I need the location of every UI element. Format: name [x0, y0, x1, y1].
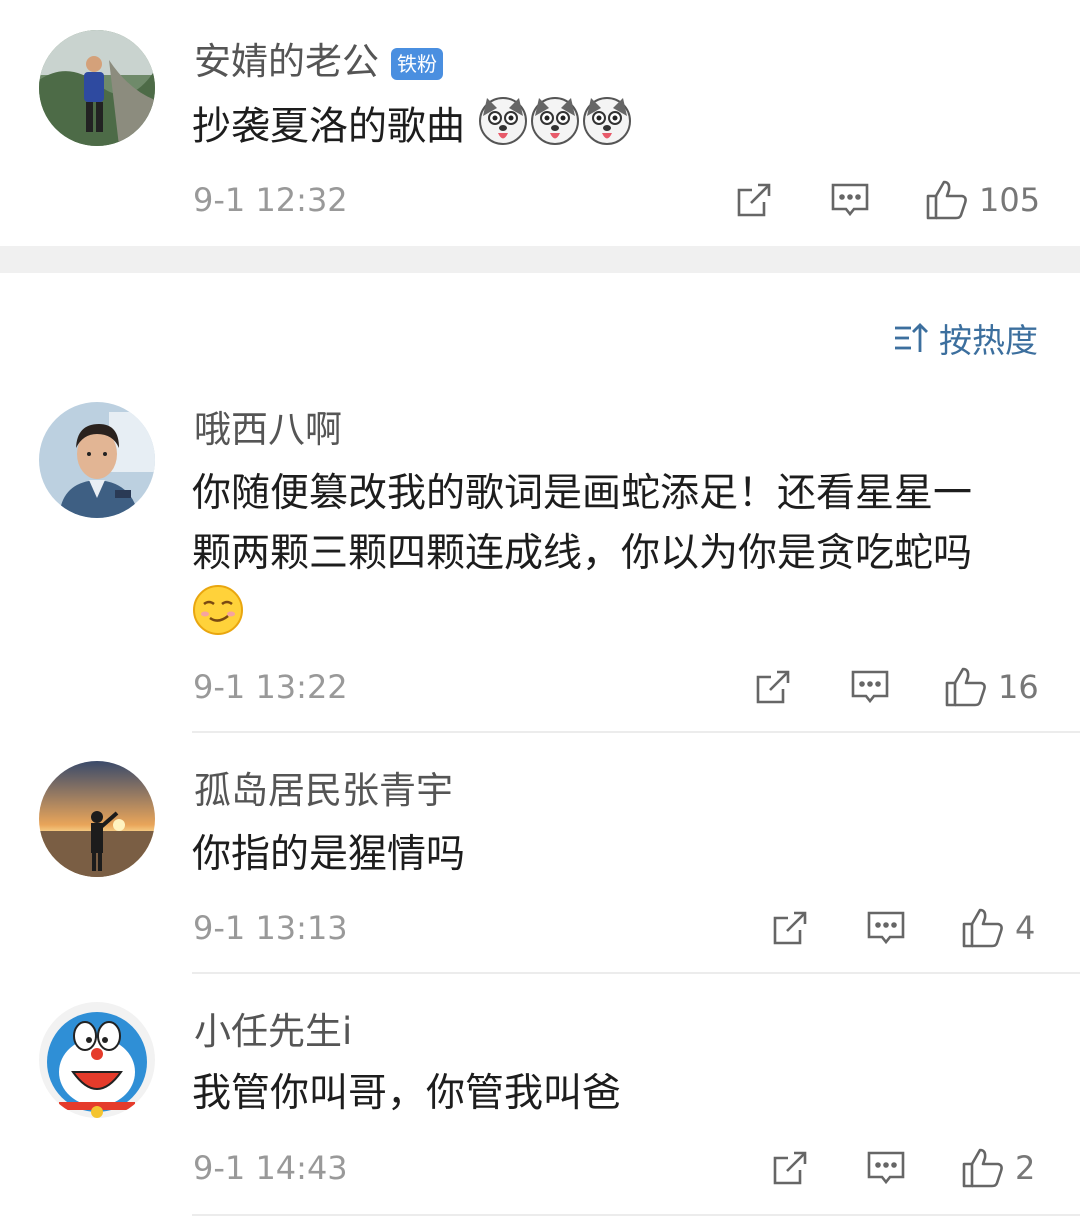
thumbs-up-icon	[926, 180, 967, 220]
thumbs-up-icon	[945, 667, 986, 707]
like-button[interactable]: 4	[961, 906, 1035, 950]
like-count: 105	[979, 181, 1041, 219]
sort-icon	[895, 323, 928, 352]
comment-body: 抄袭夏洛的歌曲	[192, 104, 466, 150]
comment-icon	[867, 1151, 905, 1185]
repost-button[interactable]	[770, 1146, 810, 1190]
like-button[interactable]: 2	[961, 1146, 1035, 1190]
comment-text: 你指的是猩情吗	[192, 832, 466, 877]
thumbs-up-icon	[962, 908, 1003, 948]
like-count: 16	[998, 668, 1039, 706]
avatar[interactable]	[39, 1002, 155, 1118]
comment-button[interactable]	[866, 906, 906, 950]
avatar[interactable]	[39, 761, 155, 877]
like-button[interactable]: 105	[925, 178, 1040, 222]
share-icon	[737, 183, 771, 217]
husky-dog-emoji	[529, 94, 581, 164]
husky-dog-emoji	[581, 94, 633, 164]
comment-text: 抄袭夏洛的歌曲	[192, 94, 1052, 164]
comment-time: 9-1 13:22	[193, 668, 348, 706]
share-icon	[773, 911, 807, 945]
username[interactable]: 安婧的老公 铁粉	[194, 40, 443, 84]
comment-time: 9-1 14:43	[193, 1149, 348, 1187]
like-count: 4	[1015, 909, 1036, 947]
username[interactable]: 孤岛居民张青宇	[194, 769, 453, 813]
comment-item: 孤岛居民张青宇 你指的是猩情吗 9-1 13:13 4	[0, 733, 1080, 974]
comment-time: 9-1 12:32	[193, 181, 348, 219]
sort-label: 按热度	[939, 321, 1038, 360]
section-separator	[0, 246, 1080, 273]
comment-text: 我管你叫哥，你管我叫爸	[192, 1071, 622, 1116]
comment-text-line: 颗两颗三颗四颗连成线，你以为你是贪吃蛇吗	[192, 531, 973, 576]
share-icon	[773, 1151, 807, 1185]
like-count: 2	[1015, 1149, 1036, 1187]
username[interactable]: 哦西八啊	[194, 408, 342, 452]
username-text[interactable]: 安婧的老公	[194, 40, 379, 83]
username[interactable]: 小任先生i	[194, 1010, 352, 1054]
repost-button[interactable]	[753, 665, 793, 709]
comment-time: 9-1 13:13	[193, 909, 348, 947]
avatar[interactable]	[39, 30, 155, 146]
comment-text-line: 你随便篡改我的歌词是画蛇添足！还看星星一	[192, 471, 973, 516]
comment-icon	[851, 670, 889, 704]
divider	[192, 1214, 1080, 1216]
avatar[interactable]	[39, 402, 155, 518]
comment-button[interactable]	[850, 665, 890, 709]
sort-by-hot-button[interactable]: 按热度	[893, 314, 1038, 362]
comment-icon	[867, 911, 905, 945]
thumbs-up-icon	[962, 1148, 1003, 1188]
comment-icon	[831, 183, 869, 217]
repost-button[interactable]	[734, 178, 774, 222]
comment-text: 你随便篡改我的歌词是画蛇添足！还看星星一 颗两颗三颗四颗连成线，你以为你是贪吃蛇…	[192, 464, 1052, 644]
fan-badge: 铁粉	[391, 47, 443, 80]
top-comment: 安婧的老公 铁粉 抄袭夏洛的歌曲 9-1 12:32 105	[0, 0, 1080, 246]
share-icon	[756, 670, 790, 704]
comment-button[interactable]	[830, 178, 870, 222]
comment-item: 小任先生i 我管你叫哥，你管我叫爸 9-1 14:43 2	[0, 974, 1080, 1221]
comment-button[interactable]	[866, 1146, 906, 1190]
emoji-row	[192, 584, 1052, 644]
like-button[interactable]: 16	[944, 665, 1039, 709]
smirk-emoji	[192, 584, 244, 654]
comment-item: 哦西八啊 你随便篡改我的歌词是画蛇添足！还看星星一 颗两颗三颗四颗连成线，你以为…	[0, 380, 1080, 733]
husky-dog-emoji	[477, 94, 529, 164]
repost-button[interactable]	[770, 906, 810, 950]
